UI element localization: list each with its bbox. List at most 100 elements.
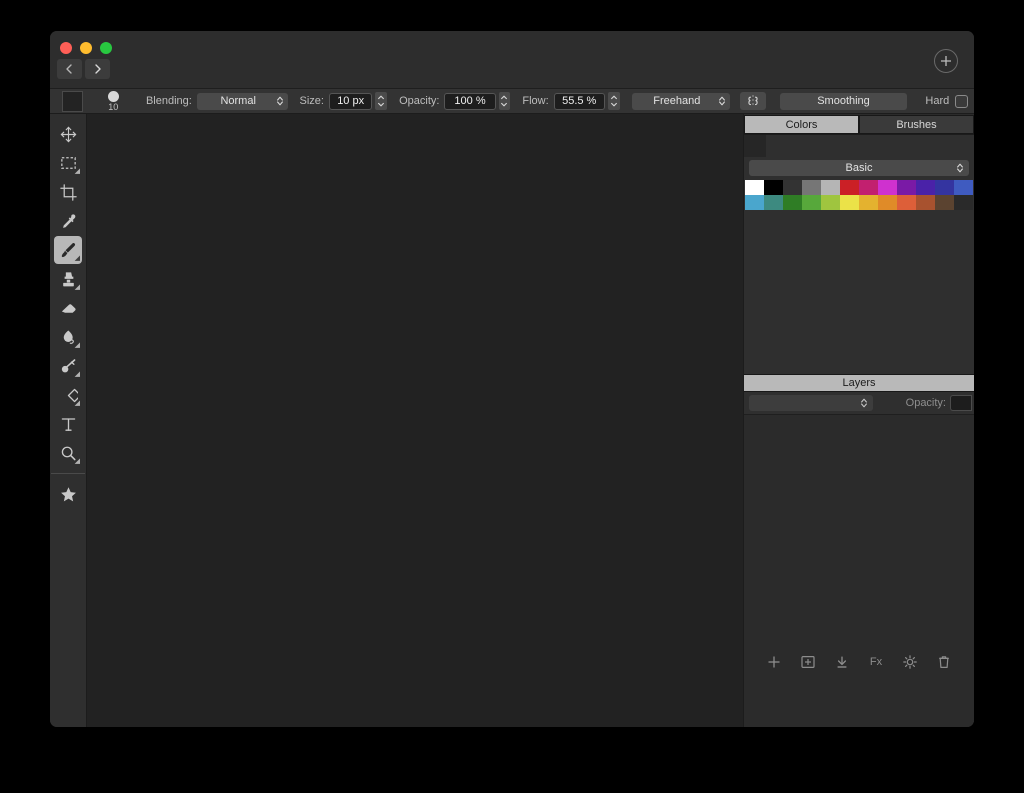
flow-stepper[interactable] xyxy=(607,92,620,110)
chevron-updown-icon xyxy=(957,163,963,173)
color-swatch[interactable] xyxy=(745,180,764,195)
tool-options-bar: 10 Blending: Normal Size: 10 px Opacity:… xyxy=(50,89,974,114)
layer-opacity-input[interactable] xyxy=(950,395,972,411)
dashed-stroke-icon xyxy=(748,95,758,107)
blending-label: Blending: xyxy=(145,95,192,107)
opacity-input[interactable]: 100 % xyxy=(444,92,496,110)
stepper-down-icon xyxy=(501,102,508,107)
blending-mode-value: Normal xyxy=(220,95,256,107)
color-swatch[interactable] xyxy=(821,180,840,195)
right-dock: Colors Brushes Basic Layers Opacity: Fx xyxy=(743,114,974,727)
flow-input[interactable]: 55.5 % xyxy=(553,92,605,110)
add-mask-icon[interactable] xyxy=(800,654,816,670)
canvas[interactable] xyxy=(87,114,743,727)
color-swatch[interactable] xyxy=(840,180,859,195)
tool-paintbrush[interactable]: ◢ xyxy=(54,236,82,264)
color-swatch[interactable] xyxy=(802,195,821,210)
brush-size-preview[interactable]: 10 xyxy=(97,90,130,112)
effects-fx-icon[interactable]: Fx xyxy=(868,654,884,670)
adjustment-icon[interactable] xyxy=(902,654,918,670)
tool-smudge[interactable]: ◢ xyxy=(54,323,82,351)
color-swatch[interactable] xyxy=(954,180,973,195)
tool-rectangular-select[interactable]: ◢ xyxy=(54,149,82,177)
tool-submenu-indicator: ◢ xyxy=(74,400,80,407)
color-swatch[interactable] xyxy=(897,180,916,195)
size-label: Size: xyxy=(299,95,324,107)
tool-text[interactable] xyxy=(54,410,82,438)
color-swatch[interactable] xyxy=(935,195,954,210)
tool-clone-stamp[interactable]: ◢ xyxy=(54,265,82,293)
stepper-up-icon xyxy=(378,95,385,100)
color-swatch[interactable] xyxy=(859,195,878,210)
flow-value: 55.5 % xyxy=(562,95,597,107)
eraser-icon xyxy=(61,303,75,313)
colors-panel: Basic xyxy=(744,134,974,374)
merge-down-icon[interactable] xyxy=(834,654,850,670)
size-input[interactable]: 10 px xyxy=(329,92,373,110)
minimize-window-button[interactable] xyxy=(80,42,92,54)
stepper-up-icon xyxy=(501,95,508,100)
boxed-plus-icon xyxy=(801,656,815,669)
layer-blend-mode-select[interactable] xyxy=(749,395,873,411)
layers-panel-title: Layers xyxy=(744,374,974,392)
size-stepper[interactable] xyxy=(375,92,388,110)
layer-list[interactable] xyxy=(744,415,974,649)
current-color-swatch[interactable] xyxy=(744,135,766,157)
back-button[interactable] xyxy=(57,59,82,79)
stroke-mode-select[interactable]: Freehand xyxy=(631,92,731,110)
tab-colors[interactable]: Colors xyxy=(744,115,859,134)
stroke-style-button[interactable] xyxy=(740,92,766,110)
color-swatch[interactable] xyxy=(954,195,973,210)
tool-submenu-indicator: ◢ xyxy=(74,255,80,262)
add-layer-icon[interactable] xyxy=(766,654,782,670)
text-icon xyxy=(61,417,75,431)
hard-checkbox[interactable] xyxy=(955,94,969,108)
color-swatch[interactable] xyxy=(840,195,859,210)
foreground-color-swatch[interactable] xyxy=(62,90,83,112)
color-swatch[interactable] xyxy=(821,195,840,210)
tool-move[interactable] xyxy=(54,120,82,148)
star-icon xyxy=(60,486,76,501)
dock-tabs: Colors Brushes xyxy=(744,114,974,134)
color-swatch[interactable] xyxy=(878,180,897,195)
tab-brushes[interactable]: Brushes xyxy=(859,115,974,134)
delete-layer-icon[interactable] xyxy=(936,654,952,670)
smoothing-button[interactable]: Smoothing xyxy=(779,92,908,110)
chevron-left-icon xyxy=(66,64,72,74)
color-swatch[interactable] xyxy=(916,180,935,195)
tool-blur[interactable]: ◢ xyxy=(54,352,82,380)
stepper-down-icon xyxy=(378,102,385,107)
color-swatch[interactable] xyxy=(783,195,802,210)
tool-eyedropper[interactable] xyxy=(54,207,82,235)
color-swatch[interactable] xyxy=(745,195,764,210)
opacity-stepper[interactable] xyxy=(498,92,511,110)
color-swatch[interactable] xyxy=(916,195,935,210)
color-swatch[interactable] xyxy=(802,180,821,195)
palette-select[interactable]: Basic xyxy=(749,160,969,176)
brush-tip-icon xyxy=(107,90,119,102)
forward-button[interactable] xyxy=(85,59,110,79)
layers-title-label: Layers xyxy=(842,377,876,389)
layer-options-row: Opacity: xyxy=(744,392,974,415)
color-swatch[interactable] xyxy=(878,195,897,210)
tool-submenu-indicator: ◢ xyxy=(74,284,80,291)
tool-shape[interactable]: ◢ xyxy=(54,381,82,409)
chevron-updown-icon xyxy=(861,398,867,408)
maximize-window-button[interactable] xyxy=(100,42,112,54)
new-document-button[interactable] xyxy=(934,49,958,73)
blending-mode-select[interactable]: Normal xyxy=(196,92,288,110)
color-swatch[interactable] xyxy=(764,180,783,195)
color-swatch[interactable] xyxy=(935,180,954,195)
close-window-button[interactable] xyxy=(60,42,72,54)
workspace: ◢ ◢ ◢ ◢ ◢ ◢ ◢ Colors Brushes Basic Layer… xyxy=(50,114,974,727)
tool-eraser[interactable] xyxy=(54,294,82,322)
plus-icon xyxy=(768,656,780,668)
color-swatch[interactable] xyxy=(783,180,802,195)
tool-crop[interactable] xyxy=(54,178,82,206)
color-swatch[interactable] xyxy=(897,195,916,210)
fx-label: Fx xyxy=(869,656,883,668)
color-swatch[interactable] xyxy=(859,180,878,195)
tool-zoom[interactable]: ◢ xyxy=(54,439,82,467)
tool-effects[interactable] xyxy=(54,480,82,508)
color-swatch[interactable] xyxy=(764,195,783,210)
